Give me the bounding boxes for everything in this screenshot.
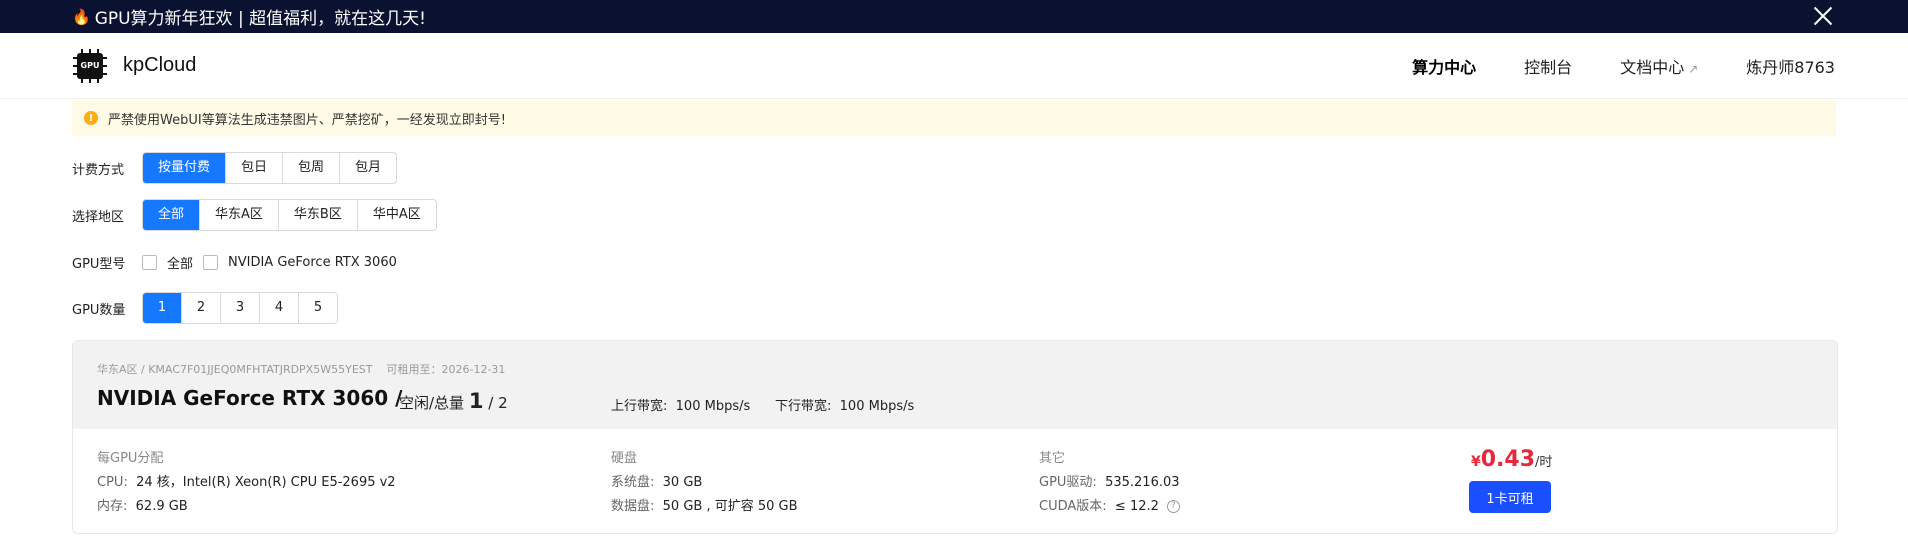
- checkbox-label: NVIDIA GeForce RTX 3060: [228, 255, 397, 270]
- gpu-count-option-3[interactable]: 3: [220, 293, 259, 323]
- upload-label: 上行带宽:: [611, 399, 668, 414]
- sys-disk-value: 30 GB: [662, 475, 703, 490]
- external-link-icon: ↗: [1688, 61, 1699, 76]
- checkbox-label: 全部: [167, 257, 194, 272]
- cpu-value: 24 核，Intel(R) Xeon(R) CPU E5-2695 v2: [136, 475, 396, 490]
- total-count: / 2: [488, 394, 508, 412]
- billing-option-monthly[interactable]: 包月: [339, 153, 396, 183]
- region-filter: 选择地区 全部 华东A区 华东B区 华中A区: [72, 199, 437, 231]
- gpu-count-label: GPU数量: [72, 302, 126, 318]
- warning-text: 严禁使用WebUI等算法生成违禁图片、严禁挖矿，一经发现立即封号!: [108, 112, 506, 128]
- checkbox-box: [203, 255, 219, 270]
- sys-disk-label: 系统盘:: [611, 475, 655, 490]
- help-icon[interactable]: ?: [1166, 500, 1180, 513]
- download-value: 100 Mbps/s: [839, 399, 915, 414]
- card-meta: 华东A区 / KMAC7F01JJEQ0MFHTATJRDPX5W55YEST 可…: [97, 361, 505, 377]
- per-gpu-column: 每GPU分配 CPU: 24 核，Intel(R) Xeon(R) CPU E5…: [97, 447, 396, 519]
- per-gpu-title: 每GPU分配: [97, 451, 164, 466]
- available-until: 可租用至：2026-12-31: [386, 363, 506, 376]
- promo-text: GPU算力新年狂欢 | 超值福利，就在这几天!: [94, 9, 426, 29]
- warning-alert: ! 严禁使用WebUI等算法生成违禁图片、严禁挖矿，一经发现立即封号!: [72, 100, 1836, 136]
- gpu-model-all-checkbox[interactable]: 全部: [142, 253, 193, 272]
- card-header: 华东A区 / KMAC7F01JJEQ0MFHTATJRDPX5W55YEST 可…: [73, 341, 1837, 429]
- mem-value: 62.9 GB: [135, 499, 188, 514]
- nav-compute-center[interactable]: 算力中心: [1412, 54, 1476, 78]
- region-option-east-a[interactable]: 华东A区: [199, 200, 278, 230]
- billing-filter: 计费方式 按量付费 包日 包周 包月: [72, 152, 398, 184]
- free-total: 空闲/总量 1 / 2: [399, 389, 508, 413]
- other-title: 其它: [1039, 451, 1066, 466]
- billing-label: 计费方式: [72, 162, 125, 178]
- price-unit: /时: [1535, 455, 1553, 470]
- billing-option-daily[interactable]: 包日: [225, 153, 282, 183]
- nav-console[interactable]: 控制台: [1524, 54, 1572, 78]
- gpu-count-options: 1 2 3 4 5: [142, 292, 338, 324]
- gpu-chip-icon: GPU: [73, 48, 107, 83]
- close-icon[interactable]: [1810, 3, 1836, 29]
- gpu-count-option-5[interactable]: 5: [298, 293, 337, 323]
- free-count: 1: [468, 389, 484, 413]
- top-nav: GPU kpCloud 算力中心 控制台 文档中心 ↗ 炼丹师8763: [0, 33, 1908, 99]
- region-machine-id: 华东A区 / KMAC7F01JJEQ0MFHTATJRDPX5W55YEST: [97, 363, 373, 376]
- free-total-label: 空闲/总量: [399, 394, 465, 412]
- logo[interactable]: GPU kpCloud: [73, 48, 197, 83]
- warning-icon: !: [84, 111, 98, 125]
- region-option-east-b[interactable]: 华东B区: [277, 200, 357, 230]
- region-options: 全部 华东A区 华东B区 华中A区: [142, 199, 437, 231]
- data-disk-label: 数据盘:: [611, 499, 655, 514]
- promo-banner: 🔥 GPU算力新年狂欢 | 超值福利，就在这几天!: [0, 0, 1908, 33]
- gpu-count-option-1[interactable]: 1: [143, 293, 181, 323]
- price: ¥0.43/时: [1471, 447, 1552, 472]
- mem-label: 内存:: [97, 499, 128, 514]
- checkbox-box: [142, 255, 157, 270]
- gpu-count-option-4[interactable]: 4: [259, 293, 298, 323]
- driver-label: GPU驱动:: [1039, 475, 1097, 490]
- rent-button[interactable]: 1卡可租: [1469, 481, 1551, 513]
- cuda-label: CUDA版本:: [1039, 499, 1107, 514]
- fire-icon: 🔥: [72, 7, 91, 26]
- data-disk-value: 50 GB , 可扩容 50 GB: [662, 499, 798, 514]
- disk-title: 硬盘: [611, 451, 638, 466]
- billing-options: 按量付费 包日 包周 包月: [142, 152, 398, 184]
- gpu-name: NVIDIA GeForce RTX 3060 /: [97, 386, 403, 410]
- region-option-all[interactable]: 全部: [143, 200, 200, 230]
- gpu-count-option-2[interactable]: 2: [181, 293, 220, 323]
- region-option-central-a[interactable]: 华中A区: [356, 200, 436, 230]
- billing-option-pay-as-you-go[interactable]: 按量付费: [143, 153, 226, 183]
- cuda-value: ≤ 12.2: [1114, 499, 1159, 514]
- gpu-instance-card: 华东A区 / KMAC7F01JJEQ0MFHTATJRDPX5W55YEST 可…: [72, 340, 1838, 534]
- logo-name: kpCloud: [123, 54, 197, 76]
- cpu-label: CPU:: [97, 475, 128, 490]
- gpu-model-label: GPU型号: [72, 257, 126, 272]
- gpu-model-rtx3060-checkbox[interactable]: NVIDIA GeForce RTX 3060: [203, 255, 397, 270]
- gpu-model-filter: GPU型号 全部 NVIDIA GeForce RTX 3060: [72, 253, 407, 272]
- region-label: 选择地区: [72, 209, 125, 225]
- price-value: 0.43: [1480, 447, 1536, 472]
- download-bandwidth: 下行带宽: 100 Mbps/s: [775, 395, 914, 414]
- upload-value: 100 Mbps/s: [675, 399, 751, 414]
- card-body: 每GPU分配 CPU: 24 核，Intel(R) Xeon(R) CPU E5…: [73, 429, 1837, 533]
- disk-column: 硬盘 系统盘: 30 GB 数据盘: 50 GB , 可扩容 50 GB: [611, 447, 798, 519]
- nav-user[interactable]: 炼丹师8763: [1746, 54, 1835, 78]
- driver-value: 535.216.03: [1105, 475, 1180, 490]
- billing-option-weekly[interactable]: 包周: [282, 153, 339, 183]
- nav-docs[interactable]: 文档中心 ↗: [1620, 54, 1698, 78]
- other-column: 其它 GPU驱动: 535.216.03 CUDA版本: ≤ 12.2?: [1039, 447, 1180, 519]
- gpu-count-filter: GPU数量 1 2 3 4 5: [72, 292, 338, 324]
- nav-docs-label: 文档中心: [1620, 57, 1685, 77]
- upload-bandwidth: 上行带宽: 100 Mbps/s: [611, 395, 750, 414]
- logo-chip-text: GPU: [77, 52, 103, 79]
- download-label: 下行带宽:: [775, 399, 832, 414]
- price-currency: ¥: [1471, 454, 1481, 470]
